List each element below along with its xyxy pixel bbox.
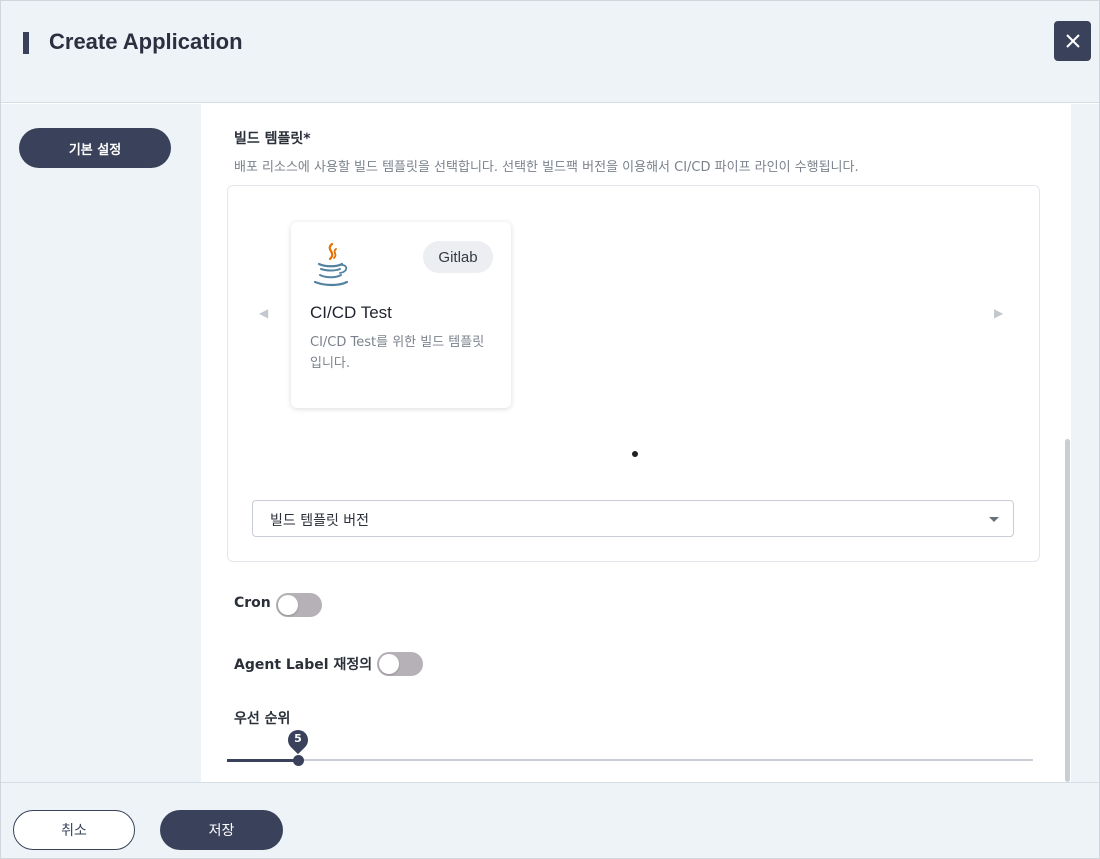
agent-label-override-label: Agent Label 재정의 — [234, 657, 373, 673]
close-icon — [1065, 34, 1080, 48]
dialog-title: Create Application — [49, 29, 243, 54]
sidebar-item-basic-settings[interactable]: 기본 설정 — [19, 128, 171, 168]
carousel-next-icon[interactable]: ▶ — [994, 306, 1003, 320]
right-panel-edge — [1071, 104, 1099, 782]
cancel-button[interactable]: 취소 — [13, 810, 135, 850]
template-card[interactable]: Gitlab CI/CD Test CI/CD Test를 위한 빌드 템플릿 … — [291, 222, 511, 408]
priority-slider-track[interactable] — [227, 759, 1033, 761]
build-template-label: 빌드 템플릿* — [234, 131, 311, 147]
priority-label: 우선 순위 — [234, 711, 291, 727]
priority-slider-fill — [227, 759, 298, 762]
save-button[interactable]: 저장 — [160, 810, 283, 850]
sidebar: 기본 설정 — [1, 104, 201, 782]
toggle-knob — [278, 595, 298, 615]
chevron-down-icon — [989, 517, 999, 522]
source-badge: Gitlab — [423, 241, 493, 273]
java-icon — [313, 242, 349, 287]
template-version-value: 빌드 템플릿 버전 — [270, 513, 370, 529]
priority-value: 5 — [294, 732, 302, 745]
scrollbar-thumb[interactable] — [1065, 439, 1070, 782]
build-template-description: 배포 리소스에 사용할 빌드 템플릿을 선택합니다. 선택한 빌드팩 버전을 이… — [234, 160, 859, 175]
agent-label-override-toggle[interactable] — [377, 652, 423, 676]
dialog-footer: 취소 저장 — [1, 782, 1099, 858]
cron-toggle[interactable] — [276, 593, 322, 617]
card-title: CI/CD Test — [310, 303, 392, 322]
title-accent-bar — [23, 32, 29, 54]
close-button[interactable] — [1054, 21, 1091, 61]
toggle-knob — [379, 654, 399, 674]
priority-slider-handle[interactable] — [292, 755, 304, 766]
carousel-prev-icon[interactable]: ◀ — [259, 306, 268, 320]
carousel-dot[interactable] — [632, 451, 638, 457]
cron-label: Cron — [234, 595, 271, 611]
dialog-header: Create Application — [1, 1, 1099, 103]
template-version-select[interactable]: 빌드 템플릿 버전 — [252, 500, 1014, 537]
create-application-dialog: Create Application 기본 설정 빌드 템플릿* 배포 리소스에… — [0, 0, 1100, 859]
card-description: CI/CD Test를 위한 빌드 템플릿 입니다. — [310, 335, 485, 371]
